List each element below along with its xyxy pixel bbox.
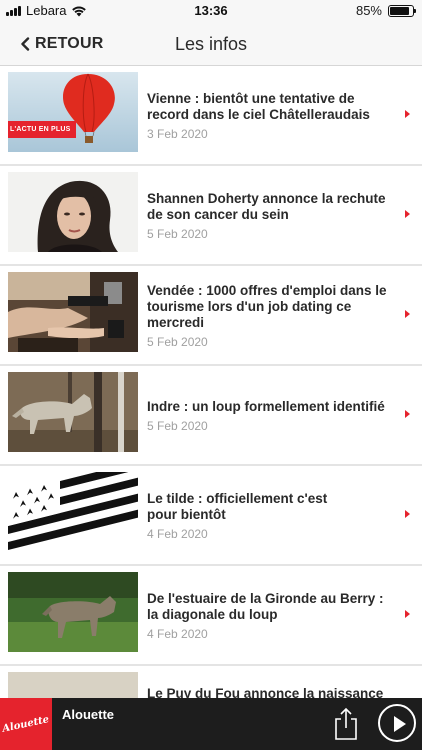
back-label: RETOUR	[35, 35, 104, 52]
news-item[interactable]: Le tilde : officiellement c'est pour bie…	[0, 466, 422, 566]
news-item[interactable]: Shannen Doherty annonce la rechute de so…	[0, 166, 422, 266]
news-item-text: Le Puy du Fou annonce la naissance	[147, 666, 396, 698]
chevron-left-icon	[21, 37, 30, 51]
news-item[interactable]: Indre : un loup formellement identifié 5…	[0, 366, 422, 466]
play-button[interactable]	[378, 704, 416, 742]
news-date: 4 Feb 2020	[147, 627, 208, 641]
news-date: 5 Feb 2020	[147, 335, 208, 349]
news-title: Vienne : bientôt une tentative de record…	[147, 91, 370, 122]
news-title: Le tilde : officiellement c'est pour bie…	[147, 491, 328, 522]
hot-air-balloon-image: L'ACTU EN PLUS	[8, 72, 138, 152]
news-item-text: Vienne : bientôt une tentative de record…	[147, 66, 396, 166]
news-item-text: Le tilde : officiellement c'est pour bie…	[147, 466, 396, 566]
news-date: 5 Feb 2020	[147, 227, 208, 241]
news-title: Vendée : 1000 offres d'emploi dans le to…	[147, 283, 387, 330]
news-item[interactable]: Vendée : 1000 offres d'emploi dans le to…	[0, 266, 422, 366]
chevron-right-icon	[405, 310, 410, 318]
share-icon	[335, 707, 357, 740]
chevron-right-icon	[405, 210, 410, 218]
news-item-text: Indre : un loup formellement identifié 5…	[147, 366, 396, 466]
station-logo[interactable]: Alouette	[0, 698, 52, 750]
news-title: Shannen Doherty annonce la rechute de so…	[147, 191, 386, 222]
barista-image	[8, 272, 138, 352]
thumbnail-badge: L'ACTU EN PLUS	[8, 121, 77, 138]
news-item-text: Vendée : 1000 offres d'emploi dans le to…	[147, 266, 396, 366]
status-right: 85%	[355, 3, 416, 18]
navigation-bar: RETOUR Les infos	[0, 22, 422, 66]
station-logo-text: Alouette	[1, 713, 51, 735]
news-item-text: De l'estuaire de la Gironde au Berry : l…	[147, 566, 396, 666]
news-list[interactable]: L'ACTU EN PLUS Vienne : bientôt une tent…	[0, 66, 422, 698]
breton-flag-image	[8, 472, 138, 552]
news-date: 4 Feb 2020	[147, 527, 208, 541]
portrait-image	[8, 172, 138, 252]
news-thumbnail	[8, 672, 138, 698]
chevron-right-icon	[405, 410, 410, 418]
chevron-right-icon	[405, 110, 410, 118]
chevron-right-icon	[405, 510, 410, 518]
battery-level	[390, 6, 409, 15]
news-title: De l'estuaire de la Gironde au Berry : l…	[147, 591, 384, 622]
player-bar: Alouette Alouette	[0, 698, 422, 750]
news-item[interactable]: L'ACTU EN PLUS Vienne : bientôt une tent…	[0, 66, 422, 166]
news-date: 5 Feb 2020	[147, 419, 208, 433]
battery-percentage: 85%	[355, 3, 382, 18]
news-date: 3 Feb 2020	[147, 127, 208, 141]
wolf-image	[8, 372, 138, 452]
news-item-text: Shannen Doherty annonce la rechute de so…	[147, 166, 396, 266]
chevron-right-icon	[405, 610, 410, 618]
news-title: Le Puy du Fou annonce la naissance	[147, 686, 384, 698]
share-button[interactable]	[332, 706, 360, 742]
news-title: Indre : un loup formellement identifié	[147, 399, 385, 414]
station-name: Alouette	[62, 707, 114, 722]
news-item[interactable]: Le Puy du Fou annonce la naissance	[0, 666, 422, 698]
status-bar: Lebara 13:36 85%	[0, 0, 422, 22]
wolf-in-grass-image	[8, 572, 138, 652]
back-button[interactable]: RETOUR	[20, 22, 103, 66]
news-item[interactable]: De l'estuaire de la Gironde au Berry : l…	[0, 566, 422, 666]
battery-icon	[388, 4, 416, 17]
